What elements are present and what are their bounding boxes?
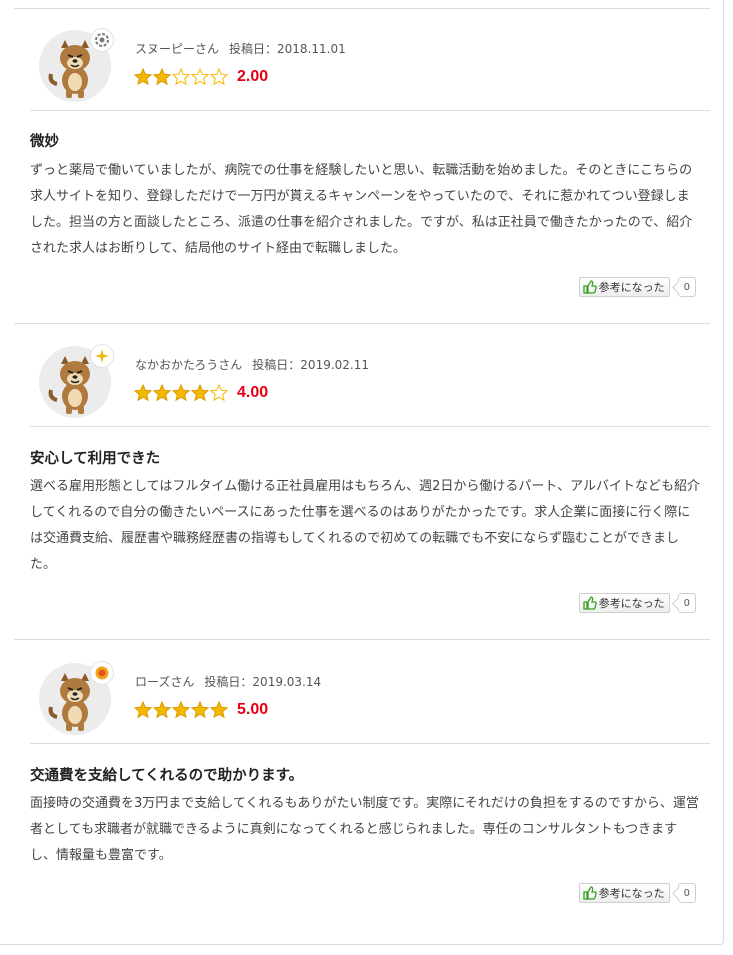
star-filled-icon xyxy=(134,384,152,402)
star-empty-icon xyxy=(210,384,228,402)
star-filled-icon xyxy=(191,384,209,402)
star-rating: 2.00 xyxy=(134,66,268,88)
posted-date-label: 投稿日： xyxy=(252,358,301,372)
review-meta: なかおかたろうさん 投稿日：2019.02.11 xyxy=(135,356,369,373)
helpful-count: 0 xyxy=(677,277,696,297)
posted-date: 2019.02.11 xyxy=(300,358,370,372)
helpful-area: 参考になった 0 xyxy=(578,883,696,903)
star-filled-icon xyxy=(172,701,190,719)
thumbs-up-icon xyxy=(582,280,597,294)
review-body: 選べる雇用形態としてはフルタイム働ける正社員雇用はもちろん、週2日から働けるパー… xyxy=(30,479,700,572)
posted-date-label: 投稿日： xyxy=(229,42,278,56)
divider xyxy=(30,426,710,427)
reviewer-name: なかおかたろうさん xyxy=(135,358,243,372)
helpful-label: 参考になった xyxy=(598,281,665,294)
helpful-count: 0 xyxy=(677,593,696,613)
helpful-button[interactable]: 参考になった xyxy=(578,277,670,297)
star-rating: 4.00 xyxy=(134,382,268,404)
review-body: ずっと薬局で働いていましたが、病院での仕事を経験したいと思い、転職活動を始めまし… xyxy=(30,163,693,256)
review-title: 安心して利用できた xyxy=(30,451,161,467)
star-filled-icon xyxy=(153,384,171,402)
star-filled-icon xyxy=(134,701,152,719)
reviewer-name: ローズさん xyxy=(135,675,195,689)
review-body: 面接時の交通費を3万円まで支給してくれるもありがたい制度です。実際にそれだけの負… xyxy=(30,796,699,863)
helpful-count: 0 xyxy=(677,883,696,903)
review-card: スヌーピーさん 投稿日：2018.11.01 2.00 微妙 ずっと薬局で働いてい… xyxy=(14,10,710,322)
posted-date: 2018.11.01 xyxy=(277,42,346,56)
helpful-label: 参考になった xyxy=(598,597,665,610)
star-filled-icon xyxy=(191,701,209,719)
divider xyxy=(14,8,710,9)
thumbs-up-icon xyxy=(582,596,597,610)
reviewer-name: スヌーピーさん xyxy=(135,42,220,56)
star-empty-icon xyxy=(191,68,209,86)
star-rating: 5.00 xyxy=(134,699,268,721)
divider xyxy=(14,639,710,640)
review-card: なかおかたろうさん 投稿日：2019.02.11 4.00 安心して利用できた 選… xyxy=(14,326,710,638)
posted-date: 2019.03.14 xyxy=(252,675,322,689)
review-meta: ローズさん 投稿日：2019.03.14 xyxy=(135,673,321,690)
star-filled-icon xyxy=(134,68,152,86)
medal-icon xyxy=(90,661,114,685)
posted-date-label: 投稿日： xyxy=(204,675,253,689)
helpful-label: 参考になった xyxy=(598,887,665,900)
divider xyxy=(30,110,710,111)
helpful-button[interactable]: 参考になった xyxy=(578,883,670,903)
star-filled-icon xyxy=(153,701,171,719)
rating-score: 2.00 xyxy=(237,68,269,85)
star-empty-icon xyxy=(172,68,190,86)
divider xyxy=(14,323,710,324)
divider xyxy=(30,743,710,744)
review-card: ローズさん 投稿日：2019.03.14 5.00 交通費を支給してくれるので助か… xyxy=(14,643,710,933)
rating-score: 5.00 xyxy=(237,701,269,718)
helpful-button[interactable]: 参考になった xyxy=(578,593,670,613)
helpful-area: 参考になった 0 xyxy=(578,593,696,613)
helpful-area: 参考になった 0 xyxy=(578,277,696,297)
thumbs-up-icon xyxy=(582,886,597,900)
star-filled-icon xyxy=(210,701,228,719)
star-empty-icon xyxy=(210,68,228,86)
gear-icon xyxy=(90,28,114,52)
star-filled-icon xyxy=(172,384,190,402)
sparkle-icon xyxy=(90,344,114,368)
review-meta: スヌーピーさん 投稿日：2018.11.01 xyxy=(135,40,346,57)
review-title: 微妙 xyxy=(30,134,59,150)
review-title: 交通費を支給してくれるので助かります。 xyxy=(30,768,304,784)
star-filled-icon xyxy=(153,68,171,86)
rating-score: 4.00 xyxy=(237,384,269,401)
